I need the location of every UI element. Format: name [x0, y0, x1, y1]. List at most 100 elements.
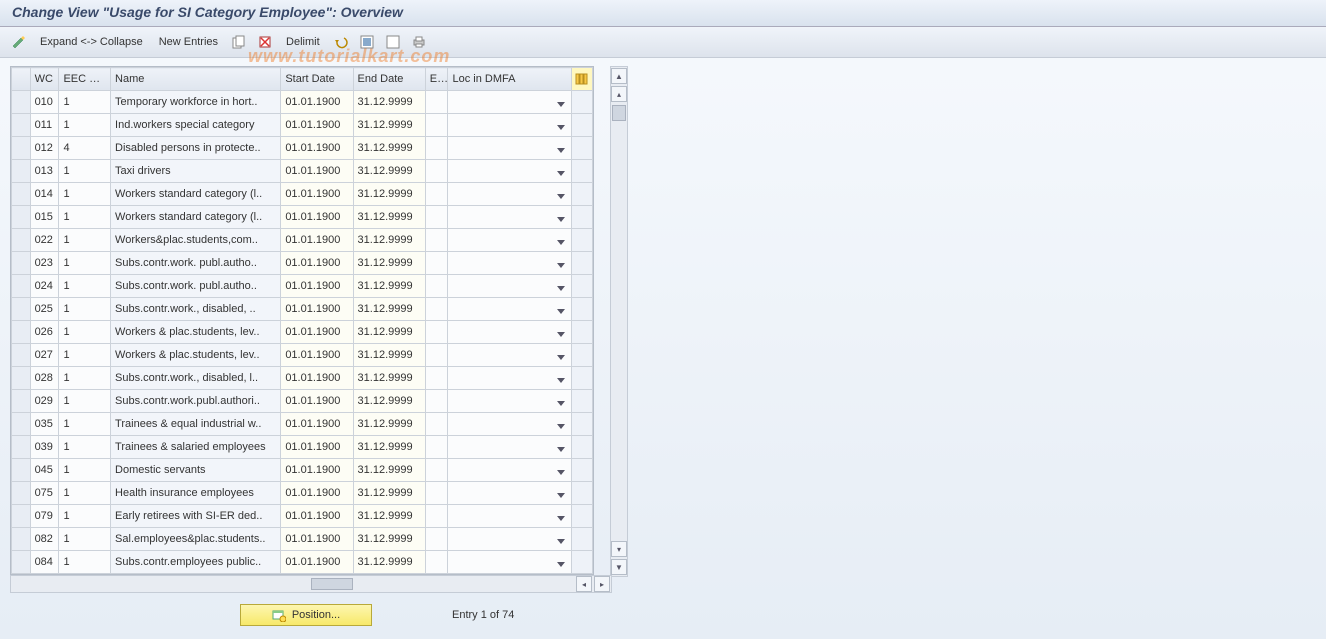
- scroll-left-icon[interactable]: ◂: [576, 576, 592, 592]
- cell-end-date[interactable]: 31.12.9999: [353, 137, 425, 160]
- row-selector[interactable]: [12, 160, 31, 183]
- undo-icon[interactable]: [332, 33, 350, 51]
- table-row[interactable]: 0391Trainees & salaried employees01.01.1…: [12, 436, 593, 459]
- loc-dropdown-icon[interactable]: [557, 263, 565, 268]
- loc-dropdown-icon[interactable]: [557, 240, 565, 245]
- cell-loc-dmfa[interactable]: [448, 436, 572, 459]
- cell-name[interactable]: Subs.contr.work. publ.autho..: [111, 275, 281, 298]
- cell-eec[interactable]: 1: [59, 413, 111, 436]
- cell-name[interactable]: Workers standard category (l..: [111, 183, 281, 206]
- cell-loc-dmfa[interactable]: [448, 551, 572, 574]
- table-row[interactable]: 0351Trainees & equal industrial w..01.01…: [12, 413, 593, 436]
- cell-name[interactable]: Health insurance employees: [111, 482, 281, 505]
- cell-name[interactable]: Trainees & equal industrial w..: [111, 413, 281, 436]
- cell-e[interactable]: [425, 229, 448, 252]
- cell-e[interactable]: [425, 528, 448, 551]
- cell-loc-dmfa[interactable]: [448, 275, 572, 298]
- cell-name[interactable]: Workers & plac.students, lev..: [111, 321, 281, 344]
- cell-eec[interactable]: 1: [59, 183, 111, 206]
- cell-eec[interactable]: 1: [59, 114, 111, 137]
- cell-eec[interactable]: 1: [59, 528, 111, 551]
- cell-name[interactable]: Sal.employees&plac.students..: [111, 528, 281, 551]
- cell-start-date[interactable]: 01.01.1900: [281, 344, 353, 367]
- cell-wc[interactable]: 025: [30, 298, 59, 321]
- cell-start-date[interactable]: 01.01.1900: [281, 390, 353, 413]
- cell-wc[interactable]: 075: [30, 482, 59, 505]
- cell-eec[interactable]: 1: [59, 252, 111, 275]
- cell-start-date[interactable]: 01.01.1900: [281, 206, 353, 229]
- cell-e[interactable]: [425, 137, 448, 160]
- col-header-loc[interactable]: Loc in DMFA: [448, 68, 572, 91]
- cell-start-date[interactable]: 01.01.1900: [281, 183, 353, 206]
- cell-end-date[interactable]: 31.12.9999: [353, 436, 425, 459]
- cell-eec[interactable]: 1: [59, 367, 111, 390]
- new-entries-button[interactable]: New Entries: [155, 34, 222, 50]
- delimit-button[interactable]: Delimit: [282, 34, 324, 50]
- expand-collapse-button[interactable]: Expand <-> Collapse: [36, 34, 147, 50]
- row-selector[interactable]: [12, 413, 31, 436]
- cell-name[interactable]: Subs.contr.work., disabled, ..: [111, 298, 281, 321]
- cell-loc-dmfa[interactable]: [448, 229, 572, 252]
- cell-start-date[interactable]: 01.01.1900: [281, 482, 353, 505]
- cell-wc[interactable]: 082: [30, 528, 59, 551]
- col-header-e[interactable]: E...: [425, 68, 448, 91]
- cell-eec[interactable]: 1: [59, 436, 111, 459]
- row-selector[interactable]: [12, 436, 31, 459]
- cell-end-date[interactable]: 31.12.9999: [353, 183, 425, 206]
- cell-loc-dmfa[interactable]: [448, 344, 572, 367]
- cell-wc[interactable]: 035: [30, 413, 59, 436]
- cell-eec[interactable]: 1: [59, 321, 111, 344]
- cell-end-date[interactable]: 31.12.9999: [353, 275, 425, 298]
- cell-eec[interactable]: 1: [59, 275, 111, 298]
- cell-e[interactable]: [425, 436, 448, 459]
- table-row[interactable]: 0131Taxi drivers01.01.190031.12.9999: [12, 160, 593, 183]
- table-row[interactable]: 0281Subs.contr.work., disabled, l..01.01…: [12, 367, 593, 390]
- col-header-name[interactable]: Name: [111, 68, 281, 91]
- cell-start-date[interactable]: 01.01.1900: [281, 459, 353, 482]
- loc-dropdown-icon[interactable]: [557, 447, 565, 452]
- row-selector[interactable]: [12, 137, 31, 160]
- cell-e[interactable]: [425, 275, 448, 298]
- cell-eec[interactable]: 1: [59, 91, 111, 114]
- cell-end-date[interactable]: 31.12.9999: [353, 551, 425, 574]
- table-row[interactable]: 0841Subs.contr.employees public..01.01.1…: [12, 551, 593, 574]
- cell-wc[interactable]: 024: [30, 275, 59, 298]
- cell-loc-dmfa[interactable]: [448, 528, 572, 551]
- table-row[interactable]: 0241Subs.contr.work. publ.autho..01.01.1…: [12, 275, 593, 298]
- cell-start-date[interactable]: 01.01.1900: [281, 137, 353, 160]
- cell-end-date[interactable]: 31.12.9999: [353, 367, 425, 390]
- cell-name[interactable]: Subs.contr.work.publ.authori..: [111, 390, 281, 413]
- table-row[interactable]: 0101Temporary workforce in hort..01.01.1…: [12, 91, 593, 114]
- loc-dropdown-icon[interactable]: [557, 539, 565, 544]
- col-header-eec[interactable]: EEC use: [59, 68, 111, 91]
- cell-e[interactable]: [425, 505, 448, 528]
- cell-name[interactable]: Workers&plac.students,com..: [111, 229, 281, 252]
- table-row[interactable]: 0151Workers standard category (l..01.01.…: [12, 206, 593, 229]
- loc-dropdown-icon[interactable]: [557, 217, 565, 222]
- cell-start-date[interactable]: 01.01.1900: [281, 275, 353, 298]
- cell-wc[interactable]: 029: [30, 390, 59, 413]
- loc-dropdown-icon[interactable]: [557, 194, 565, 199]
- cell-e[interactable]: [425, 298, 448, 321]
- loc-dropdown-icon[interactable]: [557, 378, 565, 383]
- col-header-select[interactable]: [12, 68, 31, 91]
- cell-e[interactable]: [425, 206, 448, 229]
- loc-dropdown-icon[interactable]: [557, 562, 565, 567]
- cell-e[interactable]: [425, 183, 448, 206]
- cell-e[interactable]: [425, 91, 448, 114]
- cell-eec[interactable]: 1: [59, 229, 111, 252]
- cell-name[interactable]: Workers standard category (l..: [111, 206, 281, 229]
- horizontal-scrollbar[interactable]: ◂ ▸: [10, 575, 612, 593]
- loc-dropdown-icon[interactable]: [557, 332, 565, 337]
- table-row[interactable]: 0791Early retirees with SI-ER ded..01.01…: [12, 505, 593, 528]
- hscroll-thumb[interactable]: [311, 578, 353, 590]
- cell-wc[interactable]: 015: [30, 206, 59, 229]
- loc-dropdown-icon[interactable]: [557, 401, 565, 406]
- table-row[interactable]: 0291Subs.contr.work.publ.authori..01.01.…: [12, 390, 593, 413]
- vertical-scrollbar[interactable]: ▲ ▴ ▾ ▼: [610, 66, 628, 577]
- row-selector[interactable]: [12, 321, 31, 344]
- cell-eec[interactable]: 1: [59, 482, 111, 505]
- toggle-display-icon[interactable]: [10, 33, 28, 51]
- deselect-all-icon[interactable]: [384, 33, 402, 51]
- cell-start-date[interactable]: 01.01.1900: [281, 413, 353, 436]
